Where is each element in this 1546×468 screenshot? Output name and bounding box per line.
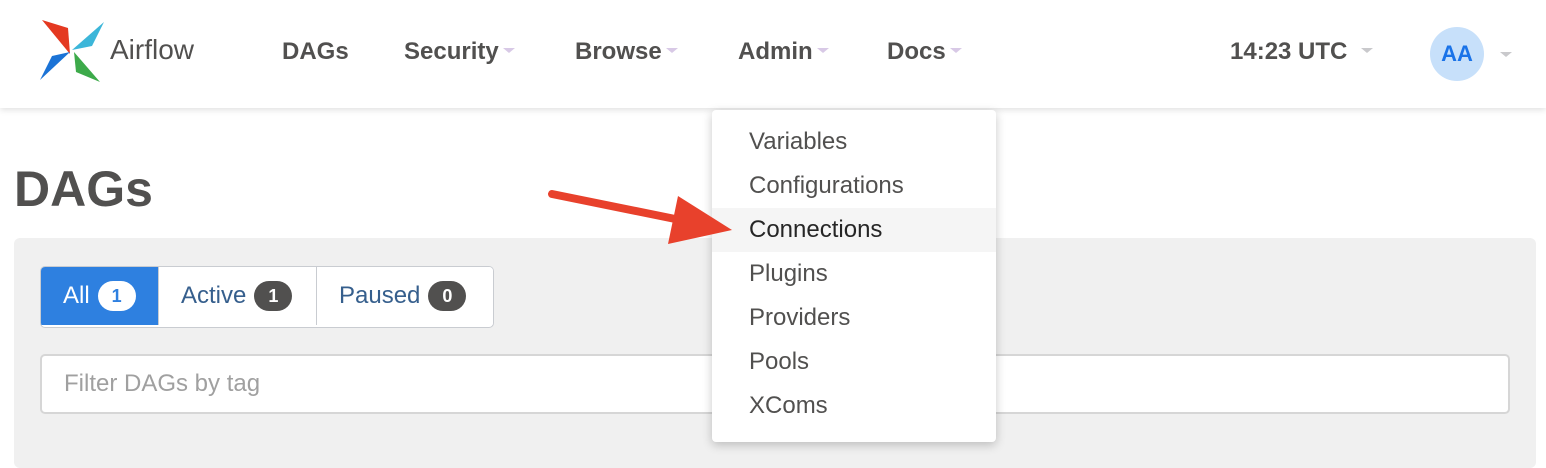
caret-down-icon (816, 48, 829, 54)
brand-name: Airflow (110, 34, 195, 65)
filter-all-label: All (63, 282, 90, 309)
nav-admin[interactable]: Admin (738, 38, 829, 66)
nav-security[interactable]: Security (404, 38, 515, 66)
nav-docs[interactable]: Docs (887, 38, 962, 66)
admin-dropdown-menu: Variables Configurations Connections Plu… (712, 110, 996, 442)
filter-paused-label: Paused (339, 282, 421, 309)
caret-down-icon[interactable] (1500, 52, 1512, 57)
menu-item-label: Plugins (749, 260, 828, 287)
nav-dags[interactable]: DAGs (282, 38, 349, 66)
nav-security-label: Security (404, 38, 499, 65)
top-navbar: Airflow DAGs Security Browse Admin Docs … (0, 0, 1546, 108)
filter-paused-count: 0 (428, 281, 467, 311)
page-title: DAGs (14, 161, 153, 217)
nav-browse-label: Browse (575, 38, 662, 65)
timezone-selector[interactable]: 14:23 UTC (1230, 38, 1374, 66)
caret-down-icon (665, 48, 678, 54)
filter-active-count: 1 (254, 281, 293, 311)
menu-item-pools[interactable]: Pools (712, 340, 996, 384)
nav-dags-label: DAGs (282, 38, 349, 65)
caret-down-icon (502, 48, 515, 54)
filter-all-count: 1 (97, 281, 136, 311)
menu-item-variables[interactable]: Variables (712, 120, 996, 164)
nav-docs-label: Docs (887, 38, 946, 65)
nav-admin-label: Admin (738, 38, 813, 65)
airflow-logo-icon (40, 20, 104, 82)
status-filter-group: All 1 Active 1 Paused 0 (40, 266, 494, 328)
filter-active-label: Active (181, 282, 247, 309)
caret-down-icon (949, 48, 962, 54)
current-time: 14:23 UTC (1230, 38, 1348, 65)
filter-active-button[interactable]: Active 1 (159, 267, 317, 325)
menu-item-label: XComs (749, 392, 828, 419)
filter-paused-button[interactable]: Paused 0 (317, 267, 493, 325)
annotation-arrow-icon (548, 190, 732, 244)
brand[interactable]: Airflow (38, 16, 194, 84)
menu-item-xcoms[interactable]: XComs (712, 384, 996, 428)
menu-item-label: Providers (749, 304, 851, 331)
menu-item-label: Variables (749, 128, 848, 155)
caret-down-icon (1361, 48, 1374, 54)
menu-item-providers[interactable]: Providers (712, 296, 996, 340)
menu-item-connections[interactable]: Connections (712, 208, 996, 252)
menu-item-plugins[interactable]: Plugins (712, 252, 996, 296)
menu-item-label: Connections (749, 216, 883, 243)
menu-item-label: Pools (749, 348, 810, 375)
menu-item-label: Configurations (749, 172, 904, 199)
menu-item-configurations[interactable]: Configurations (712, 164, 996, 208)
user-avatar[interactable]: AA (1430, 27, 1484, 81)
nav-browse[interactable]: Browse (575, 38, 678, 66)
filter-all-button[interactable]: All 1 (41, 267, 159, 325)
